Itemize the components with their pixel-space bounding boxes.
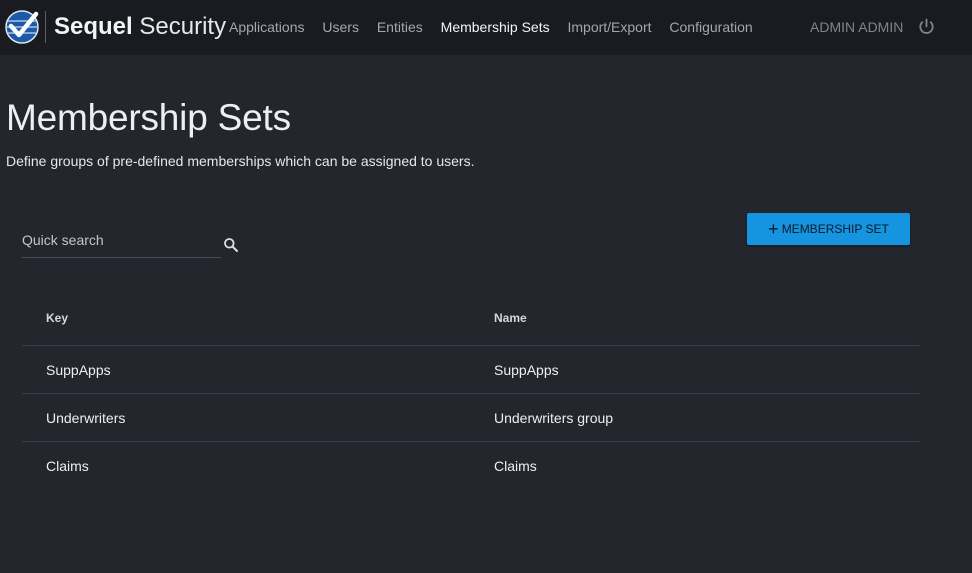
cell-name: Underwriters group	[494, 410, 614, 426]
quick-search-field[interactable]	[22, 228, 221, 258]
table-row[interactable]: Underwriters Underwriters group	[22, 394, 920, 442]
column-header-name[interactable]: Name	[494, 311, 527, 325]
add-button-label: MEMBERSHIP SET	[781, 222, 889, 236]
brand-name-bold: Sequel	[54, 13, 133, 40]
nav-configuration[interactable]: Configuration	[669, 19, 752, 35]
nav-applications[interactable]: Applications	[229, 19, 305, 35]
nav-membership-sets[interactable]: Membership Sets	[441, 19, 550, 35]
table-header: Key Name	[22, 298, 920, 346]
table-row[interactable]: SuppApps SuppApps	[22, 346, 920, 394]
cell-key: Claims	[46, 458, 89, 474]
cell-key: SuppApps	[46, 362, 111, 378]
power-icon[interactable]	[918, 18, 935, 35]
top-navigation-bar: Sequel Security Applications Users Entit…	[0, 0, 972, 55]
table-row[interactable]: Claims Claims	[22, 442, 920, 489]
membership-sets-table: Key Name SuppApps SuppApps Underwriters …	[22, 298, 920, 489]
column-header-key[interactable]: Key	[46, 311, 68, 325]
nav-import-export[interactable]: Import/Export	[567, 19, 651, 35]
page-description: Define groups of pre-defined memberships…	[6, 153, 475, 169]
main-nav: Applications Users Entities Membership S…	[229, 18, 767, 36]
logo-divider	[45, 11, 46, 43]
cell-key: Underwriters	[46, 410, 126, 426]
cell-name: Claims	[494, 458, 537, 474]
nav-users[interactable]: Users	[322, 19, 359, 35]
page-title: Membership Sets	[6, 97, 291, 138]
search-input[interactable]	[22, 228, 221, 252]
search-icon[interactable]	[223, 237, 239, 253]
plus-icon: +	[768, 219, 779, 239]
add-membership-set-button[interactable]: + MEMBERSHIP SET	[747, 213, 910, 245]
nav-entities[interactable]: Entities	[377, 19, 423, 35]
user-name[interactable]: ADMIN ADMIN	[810, 18, 903, 36]
brand-name-light: Security	[139, 13, 227, 40]
brand-name[interactable]: Sequel Security	[54, 12, 226, 42]
checkmark-globe-logo[interactable]	[5, 10, 39, 44]
cell-name: SuppApps	[494, 362, 559, 378]
